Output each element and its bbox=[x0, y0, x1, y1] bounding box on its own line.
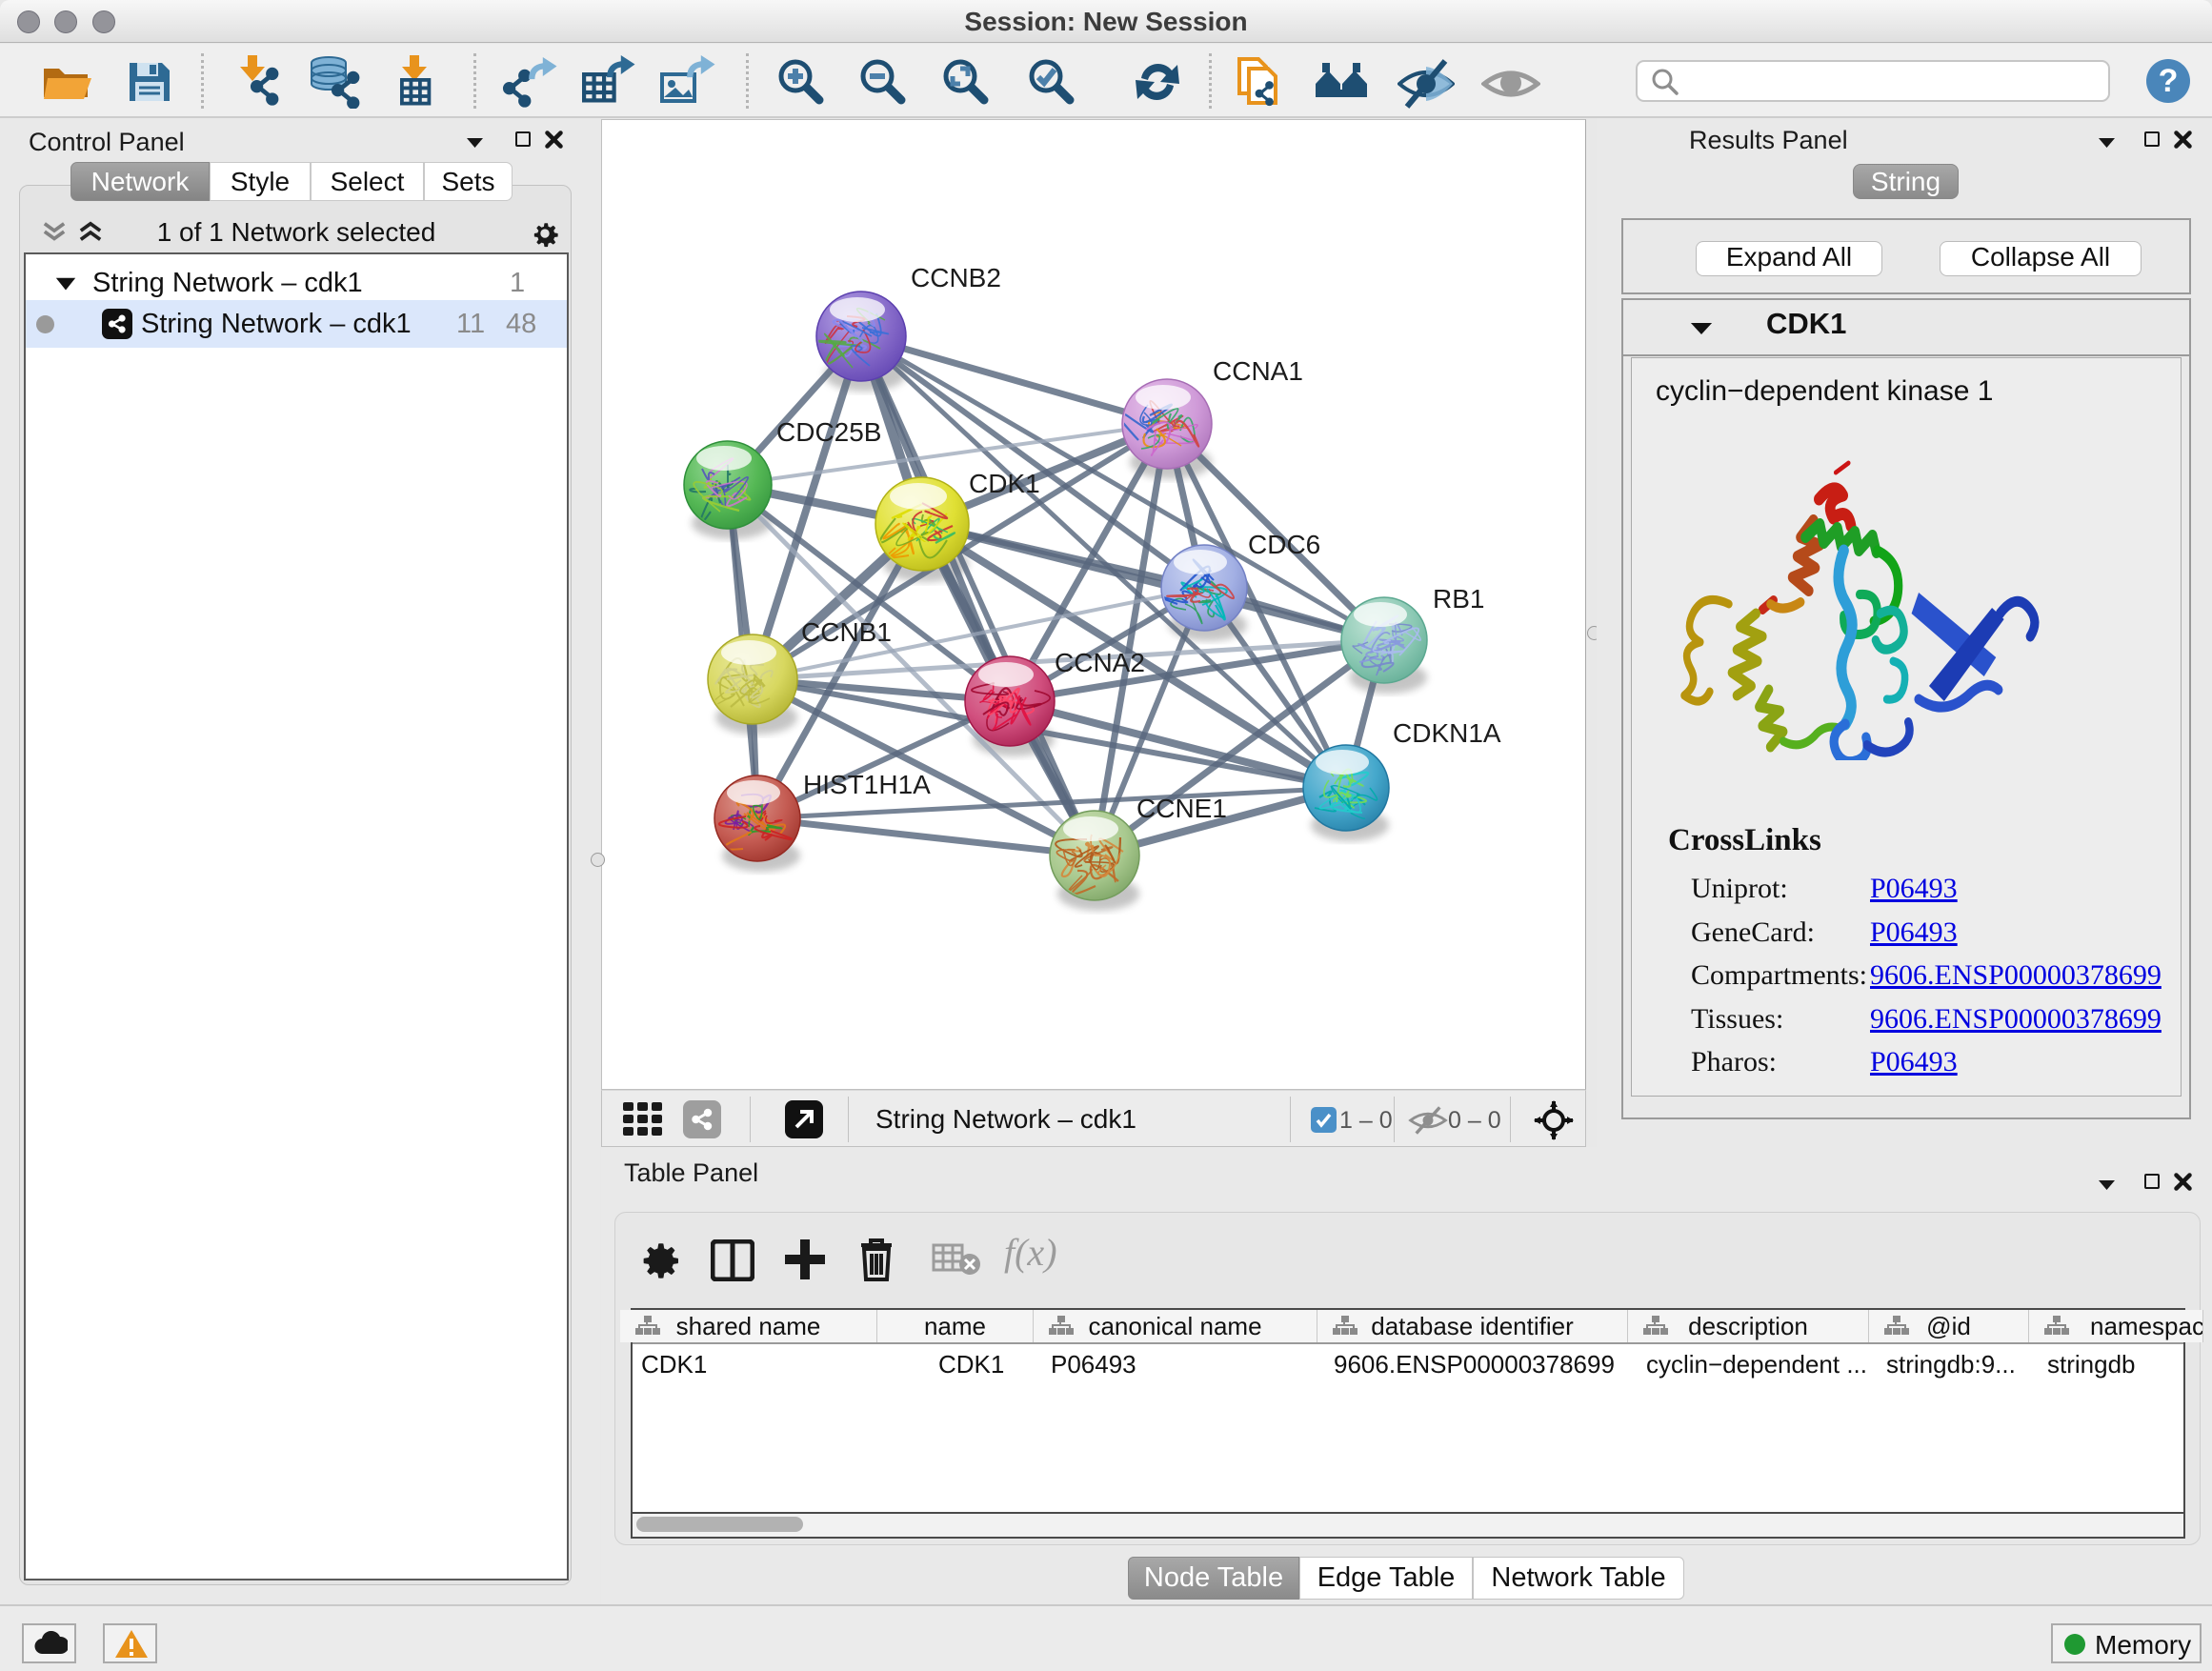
svg-text:CCNA2: CCNA2 bbox=[1055, 648, 1145, 677]
svg-text:CCNB2: CCNB2 bbox=[911, 263, 1001, 292]
svg-text:CDK1: CDK1 bbox=[969, 469, 1040, 498]
svg-text:CDKN1A: CDKN1A bbox=[1393, 718, 1501, 748]
svg-text:CCNA1: CCNA1 bbox=[1213, 356, 1303, 386]
svg-text:RB1: RB1 bbox=[1433, 584, 1484, 614]
svg-text:CDC6: CDC6 bbox=[1248, 530, 1320, 559]
svg-text:CCNE1: CCNE1 bbox=[1136, 794, 1227, 823]
svg-text:HIST1H1A: HIST1H1A bbox=[803, 770, 931, 799]
svg-text:CDC25B: CDC25B bbox=[776, 417, 881, 447]
svg-text:CCNB1: CCNB1 bbox=[801, 617, 892, 647]
